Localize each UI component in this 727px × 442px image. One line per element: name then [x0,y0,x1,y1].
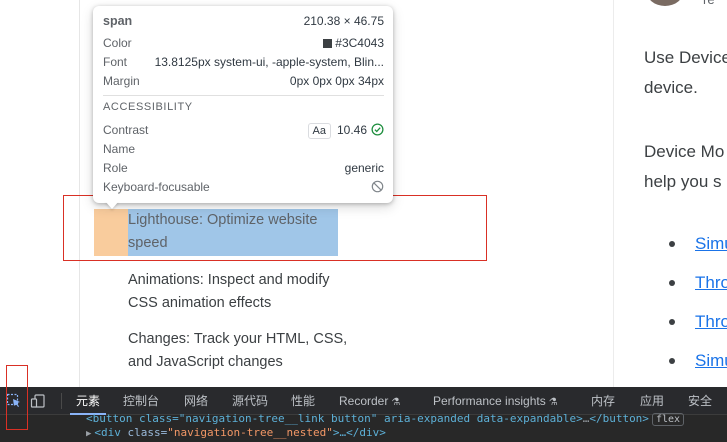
article-link-1[interactable]: Simu [695,234,727,254]
tooltip-role-value: generic [344,161,384,175]
bullet-dot [669,358,675,364]
paragraph-1-line-1: Use Device [644,48,727,67]
tooltip-divider [103,95,384,96]
tooltip-tag-name: span [103,14,133,28]
bullet-dot [669,319,675,325]
dom-div-attr-value: "navigation-tree__nested" [167,426,333,439]
tab-recorder-label: Recorder [339,394,389,408]
bullet-dot [669,241,675,247]
tooltip-focusable-label: Keyboard-focusable [103,180,210,194]
tooltip-name-label: Name [103,142,136,156]
tooltip-margin-value: 0px 0px 0px 34px [289,74,384,88]
tab-performance-insights[interactable]: Performance insights ⚗ [433,387,558,415]
article-link-4[interactable]: Simu [695,351,727,371]
tooltip-contrast-label: Contrast [103,123,149,137]
tab-network[interactable]: 网络 [184,387,208,415]
tab-memory[interactable]: 内存 [591,387,615,415]
expand-triangle-icon[interactable]: ▶ [86,429,91,439]
tab-elements[interactable]: 元素 [69,387,107,415]
tooltip-role-label: Role [103,161,128,175]
not-focusable-icon [371,180,384,193]
nav-tree-rule [79,0,80,387]
dom-div-attr: class= [127,426,168,439]
avatar-text: re [703,0,715,7]
tab-application[interactable]: 应用 [640,387,664,415]
tab-console[interactable]: 控制台 [123,387,159,415]
tooltip-font-value: 13.8125px system-ui, -apple-system, Blin… [154,55,384,69]
device-toolbar-icon[interactable] [30,393,46,409]
dom-tree-line-div[interactable]: ▶ <div class="navigation-tree__nested">…<… [86,426,386,439]
tooltip-dimensions: 210.38 × 46.75 [303,14,384,28]
avatar [646,0,684,6]
tooltip-margin-label: Margin [103,74,140,88]
tab-performance[interactable]: 性能 [291,387,315,415]
toolbar-separator [61,393,62,409]
bullet-dot [669,280,675,286]
content-divider [613,0,614,387]
article-link-2[interactable]: Thro [695,273,727,293]
tooltip-color-value: #3C4043 [335,36,384,50]
paragraph-1-line-2: device. [644,78,698,97]
paragraph-2-line-2: help you s [644,172,722,191]
dom-button-close: </button> [589,412,649,425]
dom-button-open: <button class="navigation-tree__link but… [86,412,583,425]
tooltip-color-label: Color [103,36,132,50]
tab-security[interactable]: 安全 [688,387,712,415]
flex-badge[interactable]: flex [651,413,685,426]
contrast-aa-badge: Aa [307,123,331,139]
flask-icon: ⚗ [391,397,401,408]
devtools-tab-bar: 元素 控制台 网络 源代码 性能 Recorder ⚗ Performance i… [0,387,727,415]
inspect-tooltip: span 210.38 × 46.75 Color #3C4043 Font 1… [93,6,393,203]
tooltip-arrow [105,201,119,209]
tooltip-font-label: Font [103,55,128,69]
flask-icon: ⚗ [548,397,558,408]
annotation-box-highlight [63,195,487,261]
color-swatch-icon [323,39,333,48]
dom-div-close: >…</div> [332,426,386,439]
annotation-box-inspect [6,365,28,430]
tooltip-accessibility-heading: ACCESSIBILITY [103,101,193,113]
tooltip-contrast-value: 10.46 [336,123,367,137]
nav-link-changes[interactable]: Changes: Track your HTML, CSS, and JavaS… [128,328,358,374]
check-circle-icon [371,123,384,136]
tab-sources[interactable]: 源代码 [232,387,268,415]
tab-performance-insights-label: Performance insights [433,394,546,408]
nav-link-animations[interactable]: Animations: Inspect and modify CSS anima… [128,269,358,315]
tab-recorder[interactable]: Recorder ⚗ [339,387,400,415]
article-link-3[interactable]: Thro [695,312,727,332]
dom-div-open: <div [94,426,128,439]
paragraph-2-line-1: Device Mo [644,142,725,161]
dom-tree-line-button[interactable]: <button class="navigation-tree__link but… [86,412,685,426]
